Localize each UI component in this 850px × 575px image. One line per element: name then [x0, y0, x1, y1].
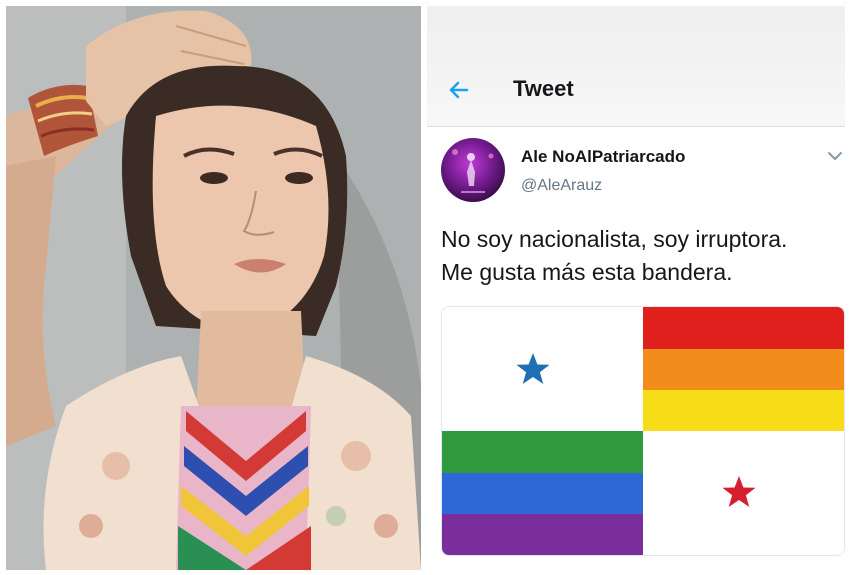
display-name[interactable]: Ale NoAlPatriarcado — [521, 147, 685, 167]
page-title: Tweet — [513, 76, 574, 101]
back-arrow-icon[interactable] — [447, 78, 471, 102]
chevron-down-icon[interactable] — [827, 149, 843, 161]
flag-stripe-blue — [442, 473, 643, 514]
flag-stripe-red — [643, 307, 844, 349]
app-header: Tweet — [427, 6, 845, 127]
tweet-text: No soy nacionalista, soy irruptora. Me g… — [441, 223, 841, 289]
flag-stripe-orange — [643, 349, 844, 390]
flag-stripe-yellow — [643, 390, 844, 431]
flag-stripe-purple — [442, 514, 643, 555]
woman-portrait-photo — [6, 6, 421, 570]
user-handle[interactable]: @AleArauz — [521, 177, 602, 195]
tweet-text-line: No soy nacionalista, soy irruptora. — [441, 226, 788, 252]
tweet-screen: Tweet Ale NoAlPatriarcado @AleArauz No s… — [427, 6, 845, 570]
avatar[interactable] — [441, 138, 505, 202]
flag-stripe-green — [442, 431, 643, 473]
tweet-image-rainbow-flag[interactable] — [441, 306, 845, 556]
tweet-text-line: Me gusta más esta bandera. — [441, 259, 733, 285]
